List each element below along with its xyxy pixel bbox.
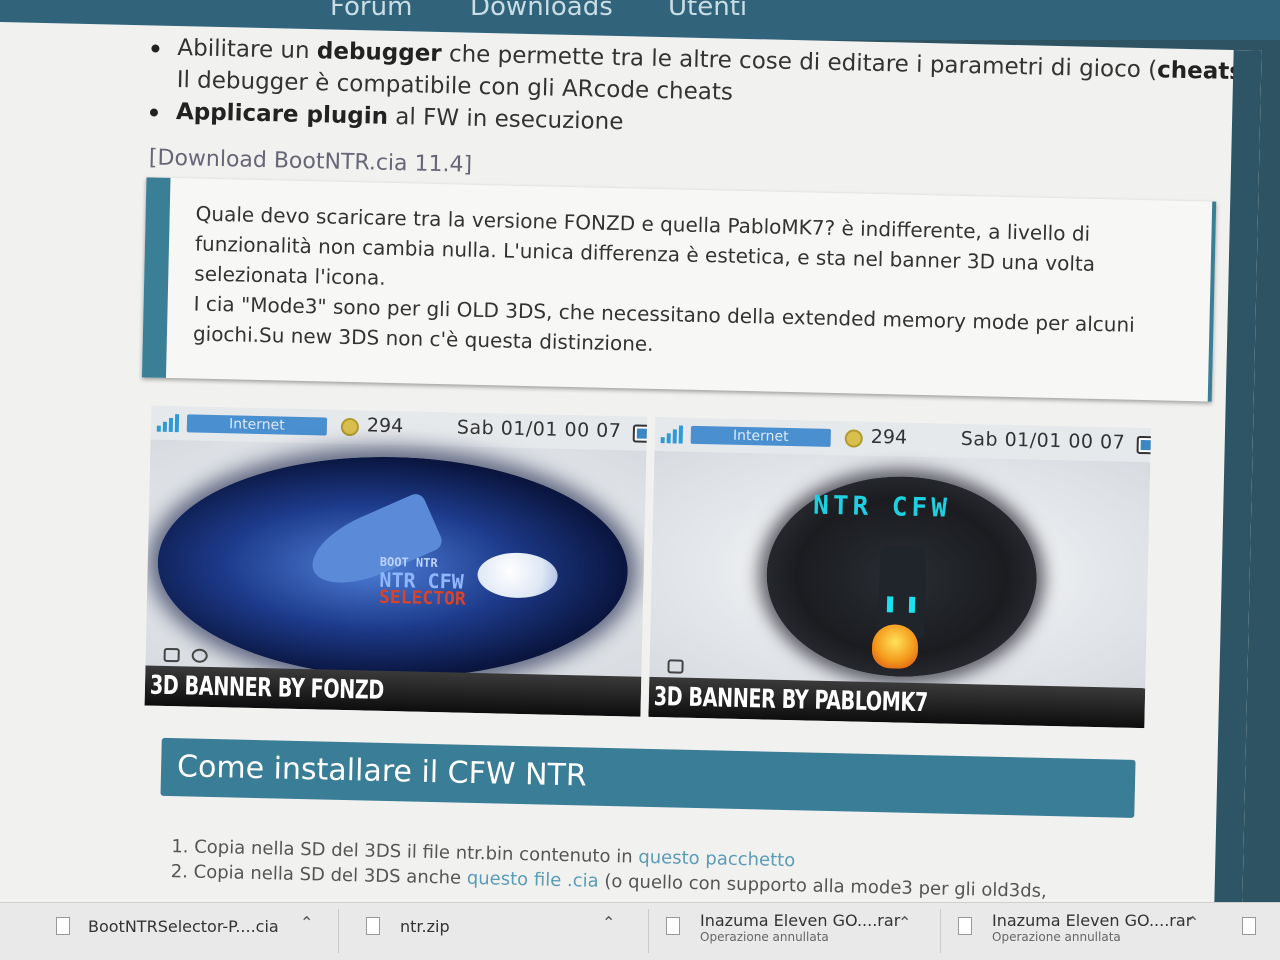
banner-logo: BOOT NTR NTR CFW SELECTOR — [378, 553, 467, 610]
monitor-frame — [1213, 49, 1262, 931]
coin-count: 294 — [870, 425, 908, 449]
battery-icon — [632, 424, 648, 444]
download-name: ntr.zip — [400, 917, 450, 936]
robot-graphic — [878, 546, 927, 638]
bullet-text: al FW in esecuzione — [387, 103, 624, 136]
bullet-bold: Applicare plugin — [175, 99, 389, 130]
banner-art: BOOT NTR NTR CFW SELECTOR — [145, 439, 647, 683]
chevron-up-icon[interactable]: ⌃ — [602, 913, 615, 932]
chevron-up-icon[interactable]: ⌃ — [1186, 913, 1199, 932]
download-item[interactable]: Inazuma Eleven GO....rar Operazione annu… — [666, 903, 936, 960]
nav-utenti[interactable]: Utenti — [668, 0, 747, 22]
download-name: Inazuma Eleven GO....rar — [992, 911, 1193, 930]
datetime: Sab 01/01 00 07 — [960, 427, 1126, 454]
flame-graphic — [871, 623, 919, 669]
nav-forum[interactable]: Forum — [330, 0, 412, 22]
file-icon — [958, 917, 972, 935]
file-icon — [666, 917, 680, 935]
section-heading: Come installare il CFW NTR — [160, 737, 1136, 818]
download-name: BootNTRSelector-P....cia — [88, 917, 279, 936]
feature-list: Abilitare un debugger che permette tra l… — [148, 31, 1260, 152]
battery-icon — [1136, 435, 1152, 455]
coin-icon — [844, 429, 863, 448]
coin-icon — [340, 417, 360, 437]
divider — [338, 909, 339, 953]
download-bootntr-link[interactable]: [Download BootNTR.cia 11.4] — [149, 145, 473, 177]
file-icon — [1242, 917, 1256, 935]
install-steps: 1. Copia nella SD del 3DS il file ntr.bi… — [170, 834, 1047, 904]
download-bar: BootNTRSelector-P....cia ⌃ ntr.zip ⌃ Ina… — [0, 902, 1280, 960]
file-icon — [56, 917, 70, 935]
coin-count: 294 — [366, 414, 404, 438]
download-status: Operazione annullata — [700, 930, 829, 944]
banner-art: NTR CFW — [649, 450, 1151, 693]
cia-file-link[interactable]: questo file .cia — [467, 868, 599, 892]
banner-comparison: Internet 294 Sab 01/01 00 07 BOOT NTR NT… — [144, 405, 1152, 729]
file-icon — [366, 917, 380, 935]
datetime: Sab 01/01 00 07 — [456, 416, 622, 443]
download-item[interactable]: BootNTRSelector-P....cia ⌃ — [56, 903, 336, 960]
download-item[interactable]: Inazuma Eleven GO....rar Operazione annu… — [958, 903, 1228, 960]
nav-downloads[interactable]: Downloads — [470, 0, 613, 22]
download-item[interactable]: ntr.zip ⌃ — [366, 903, 646, 960]
divider — [648, 909, 649, 953]
banner-fonzd-image: Internet 294 Sab 01/01 00 07 BOOT NTR NT… — [144, 405, 648, 717]
internet-badge: Internet — [690, 425, 831, 447]
step-text: 2. Copia nella SD del 3DS anche — [170, 861, 468, 889]
note-quote-box: Quale devo scaricare tra la versione FON… — [141, 177, 1217, 402]
article-page: Abilitare un debugger che permette tra l… — [0, 22, 1262, 931]
signal-icon — [660, 423, 687, 444]
chevron-up-icon[interactable]: ⌃ — [300, 913, 313, 932]
bullet-bold: debugger — [316, 38, 442, 68]
package-link[interactable]: questo pacchetto — [638, 847, 795, 872]
bullet-text: Abilitare un — [177, 35, 318, 65]
banner-logo: NTR CFW — [812, 490, 952, 524]
control-icons — [667, 659, 727, 678]
banner-pablomk7-image: Internet 294 Sab 01/01 00 07 NTR CFW 3D … — [648, 416, 1152, 729]
download-name: Inazuma Eleven GO....rar — [700, 911, 901, 930]
internet-badge: Internet — [186, 414, 328, 436]
chevron-up-icon[interactable]: ⌃ — [898, 913, 911, 932]
bullet-bold: cheats — [1156, 57, 1244, 86]
logo-line: SELECTOR — [378, 586, 466, 610]
signal-icon — [156, 412, 183, 433]
control-icons — [163, 647, 223, 667]
divider — [940, 909, 941, 953]
download-status: Operazione annullata — [992, 930, 1121, 944]
